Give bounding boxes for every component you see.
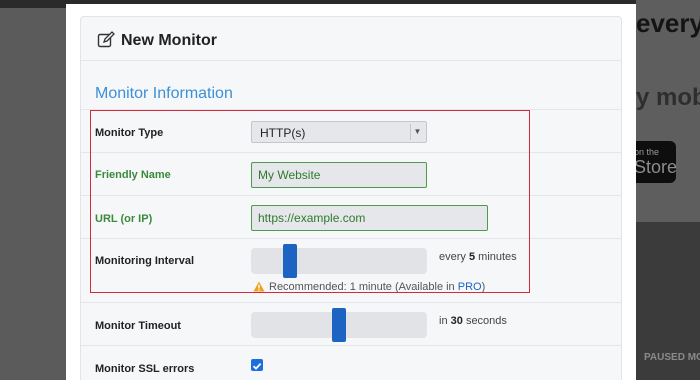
interval-caption: every 5 minutes <box>439 251 517 263</box>
background-subline: y mobi <box>636 84 700 111</box>
store-small-text: on the <box>634 147 660 157</box>
friendly-name-row: Friendly Name My Website <box>81 152 621 195</box>
modal-title: New Monitor <box>121 32 217 49</box>
interval-hint-text: Recommended: 1 minute (Available in <box>269 281 455 293</box>
interval-hint-suffix: ) <box>481 281 486 293</box>
interval-slider[interactable] <box>251 244 427 278</box>
pro-link[interactable]: PRO <box>458 281 482 293</box>
interval-caption-suffix: minutes <box>478 251 517 263</box>
timeout-label: Monitor Timeout <box>95 320 181 332</box>
friendly-name-value: My Website <box>258 168 321 182</box>
checkmark-icon <box>252 362 262 370</box>
interval-slider-handle[interactable] <box>283 244 297 278</box>
background-paused-label: PAUSED MO <box>644 352 700 363</box>
friendly-name-label: Friendly Name <box>95 169 171 181</box>
interval-row: Monitoring Interval every 5 minutes Reco… <box>81 238 621 302</box>
timeout-value: 30 <box>450 315 463 327</box>
interval-caption-prefix: every <box>439 251 466 263</box>
interval-value: 5 <box>468 251 476 263</box>
interval-label: Monitoring Interval <box>95 255 194 267</box>
timeout-caption: in 30 seconds <box>439 315 507 327</box>
background-headline: every <box>636 8 700 38</box>
monitor-form-panel: New Monitor Monitor Information Monitor … <box>80 16 622 380</box>
friendly-name-input[interactable]: My Website <box>251 162 427 188</box>
monitor-type-select[interactable]: HTTP(s) ▼ <box>251 121 427 143</box>
url-row: URL (or IP) https://example.com <box>81 195 621 238</box>
ssl-checkbox[interactable] <box>251 359 263 371</box>
monitor-type-value: HTTP(s) <box>260 126 306 140</box>
timeout-slider-handle[interactable] <box>332 308 346 342</box>
timeout-slider[interactable] <box>251 308 427 342</box>
new-monitor-modal: New Monitor Monitor Information Monitor … <box>66 4 636 380</box>
store-big-text: Store <box>634 157 678 177</box>
timeout-row: Monitor Timeout in 30 seconds <box>81 302 621 345</box>
ssl-row: Monitor SSL errors <box>81 345 621 380</box>
edit-icon <box>97 31 115 48</box>
monitor-type-label: Monitor Type <box>95 127 164 139</box>
url-value: https://example.com <box>258 211 366 225</box>
chevron-down-icon: ▼ <box>410 124 424 140</box>
url-input[interactable]: https://example.com <box>251 205 488 231</box>
timeout-caption-prefix: in <box>439 315 448 327</box>
timeout-caption-suffix: seconds <box>465 315 507 327</box>
panel-header: New Monitor <box>81 17 621 61</box>
monitor-type-row: Monitor Type HTTP(s) ▼ <box>81 109 621 152</box>
ssl-label: Monitor SSL errors <box>95 363 195 375</box>
warning-icon <box>253 281 265 292</box>
section-title: Monitor Information <box>95 85 233 102</box>
interval-hint: Recommended: 1 minute (Available in PRO) <box>253 281 485 293</box>
url-label: URL (or IP) <box>95 213 153 225</box>
